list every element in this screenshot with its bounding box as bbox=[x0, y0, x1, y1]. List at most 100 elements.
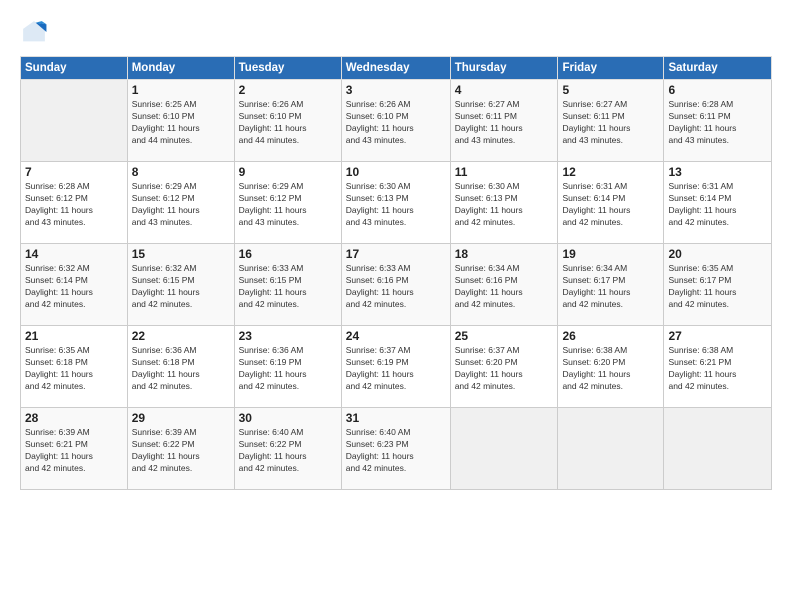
day-number: 10 bbox=[346, 165, 446, 179]
calendar-cell: 12 Sunrise: 6:31 AM Sunset: 6:14 PM Dayli… bbox=[558, 162, 664, 244]
day-number: 25 bbox=[455, 329, 554, 343]
calendar-cell bbox=[664, 408, 772, 490]
calendar-cell: 7Sunrise: 6:28 AM Sunset: 6:12 PM Daylig… bbox=[21, 162, 128, 244]
calendar-cell bbox=[450, 408, 558, 490]
day-number: 15 bbox=[132, 247, 230, 261]
day-number: 6 bbox=[668, 83, 767, 97]
day-number: 3 bbox=[346, 83, 446, 97]
day-number: 1 bbox=[132, 83, 230, 97]
calendar-cell: 11 Sunrise: 6:30 AM Sunset: 6:13 PM Dayli… bbox=[450, 162, 558, 244]
calendar-cell: 14 Sunrise: 6:32 AM Sunset: 6:14 PM Dayli… bbox=[21, 244, 128, 326]
page: SundayMondayTuesdayWednesdayThursdayFrid… bbox=[0, 0, 792, 612]
day-info: Sunrise: 6:39 AM Sunset: 6:21 PM Dayligh… bbox=[25, 427, 123, 475]
calendar-cell: 1 Sunrise: 6:25 AM Sunset: 6:10 PM Daylig… bbox=[127, 80, 234, 162]
calendar-cell: 19 Sunrise: 6:34 AM Sunset: 6:17 PM Dayli… bbox=[558, 244, 664, 326]
day-info: Sunrise: 6:30 AM Sunset: 6:13 PM Dayligh… bbox=[455, 181, 554, 229]
calendar-cell: 4 Sunrise: 6:27 AM Sunset: 6:11 PM Daylig… bbox=[450, 80, 558, 162]
calendar-cell: 3 Sunrise: 6:26 AM Sunset: 6:10 PM Daylig… bbox=[341, 80, 450, 162]
day-info: Sunrise: 6:31 AM Sunset: 6:14 PM Dayligh… bbox=[668, 181, 767, 229]
day-number: 23 bbox=[239, 329, 337, 343]
week-row-3: 14 Sunrise: 6:32 AM Sunset: 6:14 PM Dayli… bbox=[21, 244, 772, 326]
day-number: 2 bbox=[239, 83, 337, 97]
week-row-5: 28 Sunrise: 6:39 AM Sunset: 6:21 PM Dayli… bbox=[21, 408, 772, 490]
header-friday: Friday bbox=[558, 57, 664, 80]
day-info: Sunrise: 6:27 AM Sunset: 6:11 PM Dayligh… bbox=[455, 99, 554, 147]
day-info: Sunrise: 6:40 AM Sunset: 6:23 PM Dayligh… bbox=[346, 427, 446, 475]
day-info: Sunrise: 6:31 AM Sunset: 6:14 PM Dayligh… bbox=[562, 181, 659, 229]
header-wednesday: Wednesday bbox=[341, 57, 450, 80]
day-number: 27 bbox=[668, 329, 767, 343]
day-info: Sunrise: 6:35 AM Sunset: 6:18 PM Dayligh… bbox=[25, 345, 123, 393]
header-saturday: Saturday bbox=[664, 57, 772, 80]
day-number: 30 bbox=[239, 411, 337, 425]
day-info: Sunrise: 6:37 AM Sunset: 6:19 PM Dayligh… bbox=[346, 345, 446, 393]
day-number: 9 bbox=[239, 165, 337, 179]
day-info: Sunrise: 6:32 AM Sunset: 6:14 PM Dayligh… bbox=[25, 263, 123, 311]
calendar-table: SundayMondayTuesdayWednesdayThursdayFrid… bbox=[20, 56, 772, 490]
day-number: 7 bbox=[25, 165, 123, 179]
calendar-cell: 27 Sunrise: 6:38 AM Sunset: 6:21 PM Dayli… bbox=[664, 326, 772, 408]
day-info: Sunrise: 6:27 AM Sunset: 6:11 PM Dayligh… bbox=[562, 99, 659, 147]
calendar-cell: 28 Sunrise: 6:39 AM Sunset: 6:21 PM Dayli… bbox=[21, 408, 128, 490]
day-info: Sunrise: 6:35 AM Sunset: 6:17 PM Dayligh… bbox=[668, 263, 767, 311]
calendar-cell: 16Sunrise: 6:33 AM Sunset: 6:15 PM Dayli… bbox=[234, 244, 341, 326]
day-info: Sunrise: 6:37 AM Sunset: 6:20 PM Dayligh… bbox=[455, 345, 554, 393]
calendar-cell: 15 Sunrise: 6:32 AM Sunset: 6:15 PM Dayli… bbox=[127, 244, 234, 326]
calendar-cell: 17Sunrise: 6:33 AM Sunset: 6:16 PM Dayli… bbox=[341, 244, 450, 326]
day-number: 14 bbox=[25, 247, 123, 261]
day-info: Sunrise: 6:25 AM Sunset: 6:10 PM Dayligh… bbox=[132, 99, 230, 147]
day-number: 18 bbox=[455, 247, 554, 261]
calendar-cell: 21 Sunrise: 6:35 AM Sunset: 6:18 PM Dayli… bbox=[21, 326, 128, 408]
day-number: 11 bbox=[455, 165, 554, 179]
day-number: 20 bbox=[668, 247, 767, 261]
day-number: 13 bbox=[668, 165, 767, 179]
calendar-cell: 18 Sunrise: 6:34 AM Sunset: 6:16 PM Dayli… bbox=[450, 244, 558, 326]
day-info: Sunrise: 6:28 AM Sunset: 6:11 PM Dayligh… bbox=[668, 99, 767, 147]
day-number: 8 bbox=[132, 165, 230, 179]
calendar-cell: 30 Sunrise: 6:40 AM Sunset: 6:22 PM Dayli… bbox=[234, 408, 341, 490]
day-info: Sunrise: 6:26 AM Sunset: 6:10 PM Dayligh… bbox=[239, 99, 337, 147]
day-info: Sunrise: 6:30 AM Sunset: 6:13 PM Dayligh… bbox=[346, 181, 446, 229]
calendar-cell bbox=[21, 80, 128, 162]
day-number: 29 bbox=[132, 411, 230, 425]
day-info: Sunrise: 6:32 AM Sunset: 6:15 PM Dayligh… bbox=[132, 263, 230, 311]
calendar-cell: 29 Sunrise: 6:39 AM Sunset: 6:22 PM Dayli… bbox=[127, 408, 234, 490]
day-info: Sunrise: 6:33 AM Sunset: 6:16 PM Dayligh… bbox=[346, 263, 446, 311]
calendar-cell: 26Sunrise: 6:38 AM Sunset: 6:20 PM Dayli… bbox=[558, 326, 664, 408]
header-sunday: Sunday bbox=[21, 57, 128, 80]
day-number: 22 bbox=[132, 329, 230, 343]
header-monday: Monday bbox=[127, 57, 234, 80]
day-info: Sunrise: 6:34 AM Sunset: 6:17 PM Dayligh… bbox=[562, 263, 659, 311]
day-number: 28 bbox=[25, 411, 123, 425]
calendar-cell: 25 Sunrise: 6:37 AM Sunset: 6:20 PM Dayli… bbox=[450, 326, 558, 408]
calendar-cell: 9Sunrise: 6:29 AM Sunset: 6:12 PM Daylig… bbox=[234, 162, 341, 244]
day-info: Sunrise: 6:36 AM Sunset: 6:18 PM Dayligh… bbox=[132, 345, 230, 393]
calendar-cell: 2 Sunrise: 6:26 AM Sunset: 6:10 PM Daylig… bbox=[234, 80, 341, 162]
day-info: Sunrise: 6:39 AM Sunset: 6:22 PM Dayligh… bbox=[132, 427, 230, 475]
day-number: 24 bbox=[346, 329, 446, 343]
day-info: Sunrise: 6:38 AM Sunset: 6:21 PM Dayligh… bbox=[668, 345, 767, 393]
day-number: 5 bbox=[562, 83, 659, 97]
day-number: 19 bbox=[562, 247, 659, 261]
day-number: 4 bbox=[455, 83, 554, 97]
calendar-cell bbox=[558, 408, 664, 490]
calendar-cell: 23Sunrise: 6:36 AM Sunset: 6:19 PM Dayli… bbox=[234, 326, 341, 408]
calendar-cell: 6 Sunrise: 6:28 AM Sunset: 6:11 PM Daylig… bbox=[664, 80, 772, 162]
header-tuesday: Tuesday bbox=[234, 57, 341, 80]
week-row-2: 7Sunrise: 6:28 AM Sunset: 6:12 PM Daylig… bbox=[21, 162, 772, 244]
day-info: Sunrise: 6:34 AM Sunset: 6:16 PM Dayligh… bbox=[455, 263, 554, 311]
day-info: Sunrise: 6:33 AM Sunset: 6:15 PM Dayligh… bbox=[239, 263, 337, 311]
logo-icon bbox=[20, 18, 48, 46]
calendar-cell: 20 Sunrise: 6:35 AM Sunset: 6:17 PM Dayli… bbox=[664, 244, 772, 326]
header bbox=[20, 18, 772, 46]
day-number: 12 bbox=[562, 165, 659, 179]
day-info: Sunrise: 6:29 AM Sunset: 6:12 PM Dayligh… bbox=[132, 181, 230, 229]
day-number: 31 bbox=[346, 411, 446, 425]
day-info: Sunrise: 6:26 AM Sunset: 6:10 PM Dayligh… bbox=[346, 99, 446, 147]
calendar-cell: 31 Sunrise: 6:40 AM Sunset: 6:23 PM Dayli… bbox=[341, 408, 450, 490]
week-row-4: 21 Sunrise: 6:35 AM Sunset: 6:18 PM Dayli… bbox=[21, 326, 772, 408]
day-info: Sunrise: 6:40 AM Sunset: 6:22 PM Dayligh… bbox=[239, 427, 337, 475]
day-number: 21 bbox=[25, 329, 123, 343]
calendar-cell: 13 Sunrise: 6:31 AM Sunset: 6:14 PM Dayli… bbox=[664, 162, 772, 244]
logo bbox=[20, 18, 52, 46]
